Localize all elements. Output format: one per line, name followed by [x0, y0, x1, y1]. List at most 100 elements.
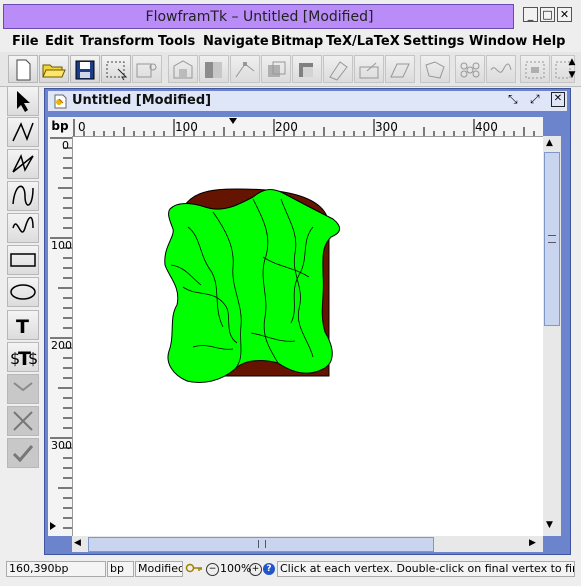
help-icon[interactable]: ?	[263, 563, 275, 575]
pattern-icon	[460, 62, 480, 78]
group-icon	[173, 60, 193, 79]
tool-button-14[interactable]	[420, 55, 450, 83]
maximize-icon[interactable]: ⤢	[530, 92, 540, 107]
open-line-tool-button[interactable]	[7, 117, 39, 147]
text-tool-button[interactable]: T	[7, 310, 39, 340]
ellipse-tool-button[interactable]	[7, 277, 39, 307]
path-edit-icon	[235, 62, 255, 78]
h-tick-label: 400	[475, 120, 498, 134]
vertical-scroll-thumb[interactable]	[544, 152, 560, 326]
drawing	[164, 188, 340, 383]
drawing-canvas[interactable]	[73, 137, 543, 536]
v-tick-label: 100	[51, 239, 72, 252]
menu-bar: File Edit Transform Tools Navigate Bitma…	[0, 32, 581, 52]
front-icon	[299, 63, 313, 77]
new-file-icon	[16, 59, 31, 81]
horizontal-scrollbar[interactable]: ◀ ▶	[72, 536, 543, 552]
menu-file[interactable]: File	[12, 34, 39, 49]
document-titlebar[interactable]: Untitled [Modified] ⤡ ⤢ ✕	[48, 91, 567, 111]
svg-text:T: T	[16, 316, 29, 337]
arrow-icon	[17, 91, 30, 112]
scroll-up-arrow[interactable]: ▲	[546, 138, 553, 148]
lock-key-icon[interactable]	[185, 561, 203, 578]
closed-line-tool-button[interactable]	[7, 149, 39, 179]
svg-text:$: $	[28, 349, 37, 368]
rectangle-icon	[10, 253, 36, 267]
window-title: FlowframTk – Untitled [Modified]	[145, 9, 374, 25]
menu-tools[interactable]: Tools	[158, 34, 195, 49]
tool-button-13[interactable]	[385, 55, 415, 83]
menu-edit[interactable]: Edit	[45, 34, 74, 49]
v-tick-label: 0	[62, 139, 69, 152]
open-folder-icon	[42, 64, 66, 78]
tool-button-11[interactable]	[323, 55, 353, 83]
tool-button-15[interactable]	[455, 55, 485, 83]
accept-button[interactable]	[7, 438, 39, 468]
v-tick-label: 300	[51, 439, 72, 452]
cut-icon	[136, 63, 157, 78]
tool-button-5[interactable]	[132, 55, 162, 83]
toolbar-scroll[interactable]: ▲ ▼	[566, 56, 578, 82]
vertical-scrollbar[interactable]: ▲ ▼	[543, 136, 561, 536]
ruler-ticks	[73, 118, 535, 136]
rectangle-tool-button[interactable]	[7, 245, 39, 275]
reduce-icon	[425, 61, 445, 79]
maximize-button[interactable]: □	[540, 7, 555, 22]
scroll-left-arrow[interactable]: ◀	[74, 538, 81, 548]
check-icon	[12, 445, 34, 463]
close-button[interactable]: ✕	[557, 7, 572, 22]
v-tick-label: 200	[51, 339, 72, 352]
unit-indicator[interactable]: bp	[107, 561, 134, 577]
closed-curve-tool-button[interactable]	[7, 213, 39, 243]
menu-window[interactable]: Window	[469, 34, 527, 49]
text-icon: T	[16, 316, 29, 337]
zoom-in-icon[interactable]: +	[249, 563, 262, 576]
menu-transform[interactable]: Transform	[80, 34, 154, 49]
tool-button-9[interactable]	[261, 55, 291, 83]
scroll-right-arrow[interactable]: ▶	[529, 538, 536, 548]
open-button[interactable]	[39, 55, 69, 83]
select-area-button[interactable]	[101, 55, 131, 83]
tool-button-12[interactable]	[354, 55, 384, 83]
zoom-level: 100%	[220, 562, 252, 575]
minimize-button[interactable]: _	[523, 7, 538, 22]
save-button[interactable]	[70, 55, 100, 83]
green-crumpled-shape	[164, 189, 340, 383]
tool-button-16[interactable]	[486, 55, 516, 83]
menu-bitmap[interactable]: Bitmap	[271, 34, 323, 49]
scroll-down-arrow[interactable]: ▼	[546, 520, 553, 530]
finish-open-button[interactable]	[7, 374, 39, 404]
abandon-button[interactable]	[7, 406, 39, 436]
close-document-icon[interactable]: ✕	[551, 92, 565, 107]
ellipse-icon	[10, 284, 36, 300]
main-toolbar: ▲ ▼	[0, 52, 581, 87]
menu-navigate[interactable]: Navigate	[203, 34, 269, 49]
ruler-unit: bp	[48, 117, 72, 136]
title-strip[interactable]: FlowframTk – Untitled [Modified]	[3, 4, 514, 29]
finish-icon	[13, 382, 33, 392]
line-icon	[12, 122, 34, 142]
vertical-ruler: 0 100 200 300	[48, 136, 73, 536]
rotate-icon	[329, 61, 348, 81]
select-tool-button[interactable]	[7, 86, 39, 116]
wave-pattern-icon	[490, 63, 512, 73]
tool-button-6[interactable]	[168, 55, 198, 83]
zoom-out-icon[interactable]: −	[206, 563, 219, 576]
wave-icon	[12, 216, 34, 233]
menu-tex-latex[interactable]: TeX/LaTeX	[326, 34, 400, 49]
tool-button-7[interactable]	[199, 55, 229, 83]
menu-help[interactable]: Help	[532, 34, 565, 49]
shear-icon	[390, 63, 410, 78]
tool-button-8[interactable]	[230, 55, 260, 83]
tool-button-10[interactable]	[292, 55, 322, 83]
modified-indicator: Modified	[135, 561, 183, 577]
tool-button-17[interactable]	[520, 55, 550, 83]
horizontal-scroll-thumb[interactable]	[88, 537, 434, 552]
ruler-ticks	[50, 137, 72, 530]
open-curve-tool-button[interactable]	[7, 181, 39, 211]
new-file-button[interactable]	[8, 55, 38, 83]
ruler-cursor-marker	[50, 522, 56, 530]
iconify-icon[interactable]: ⤡	[508, 92, 518, 107]
math-text-tool-button[interactable]: $ T $	[7, 342, 39, 372]
menu-settings[interactable]: Settings	[403, 34, 464, 49]
